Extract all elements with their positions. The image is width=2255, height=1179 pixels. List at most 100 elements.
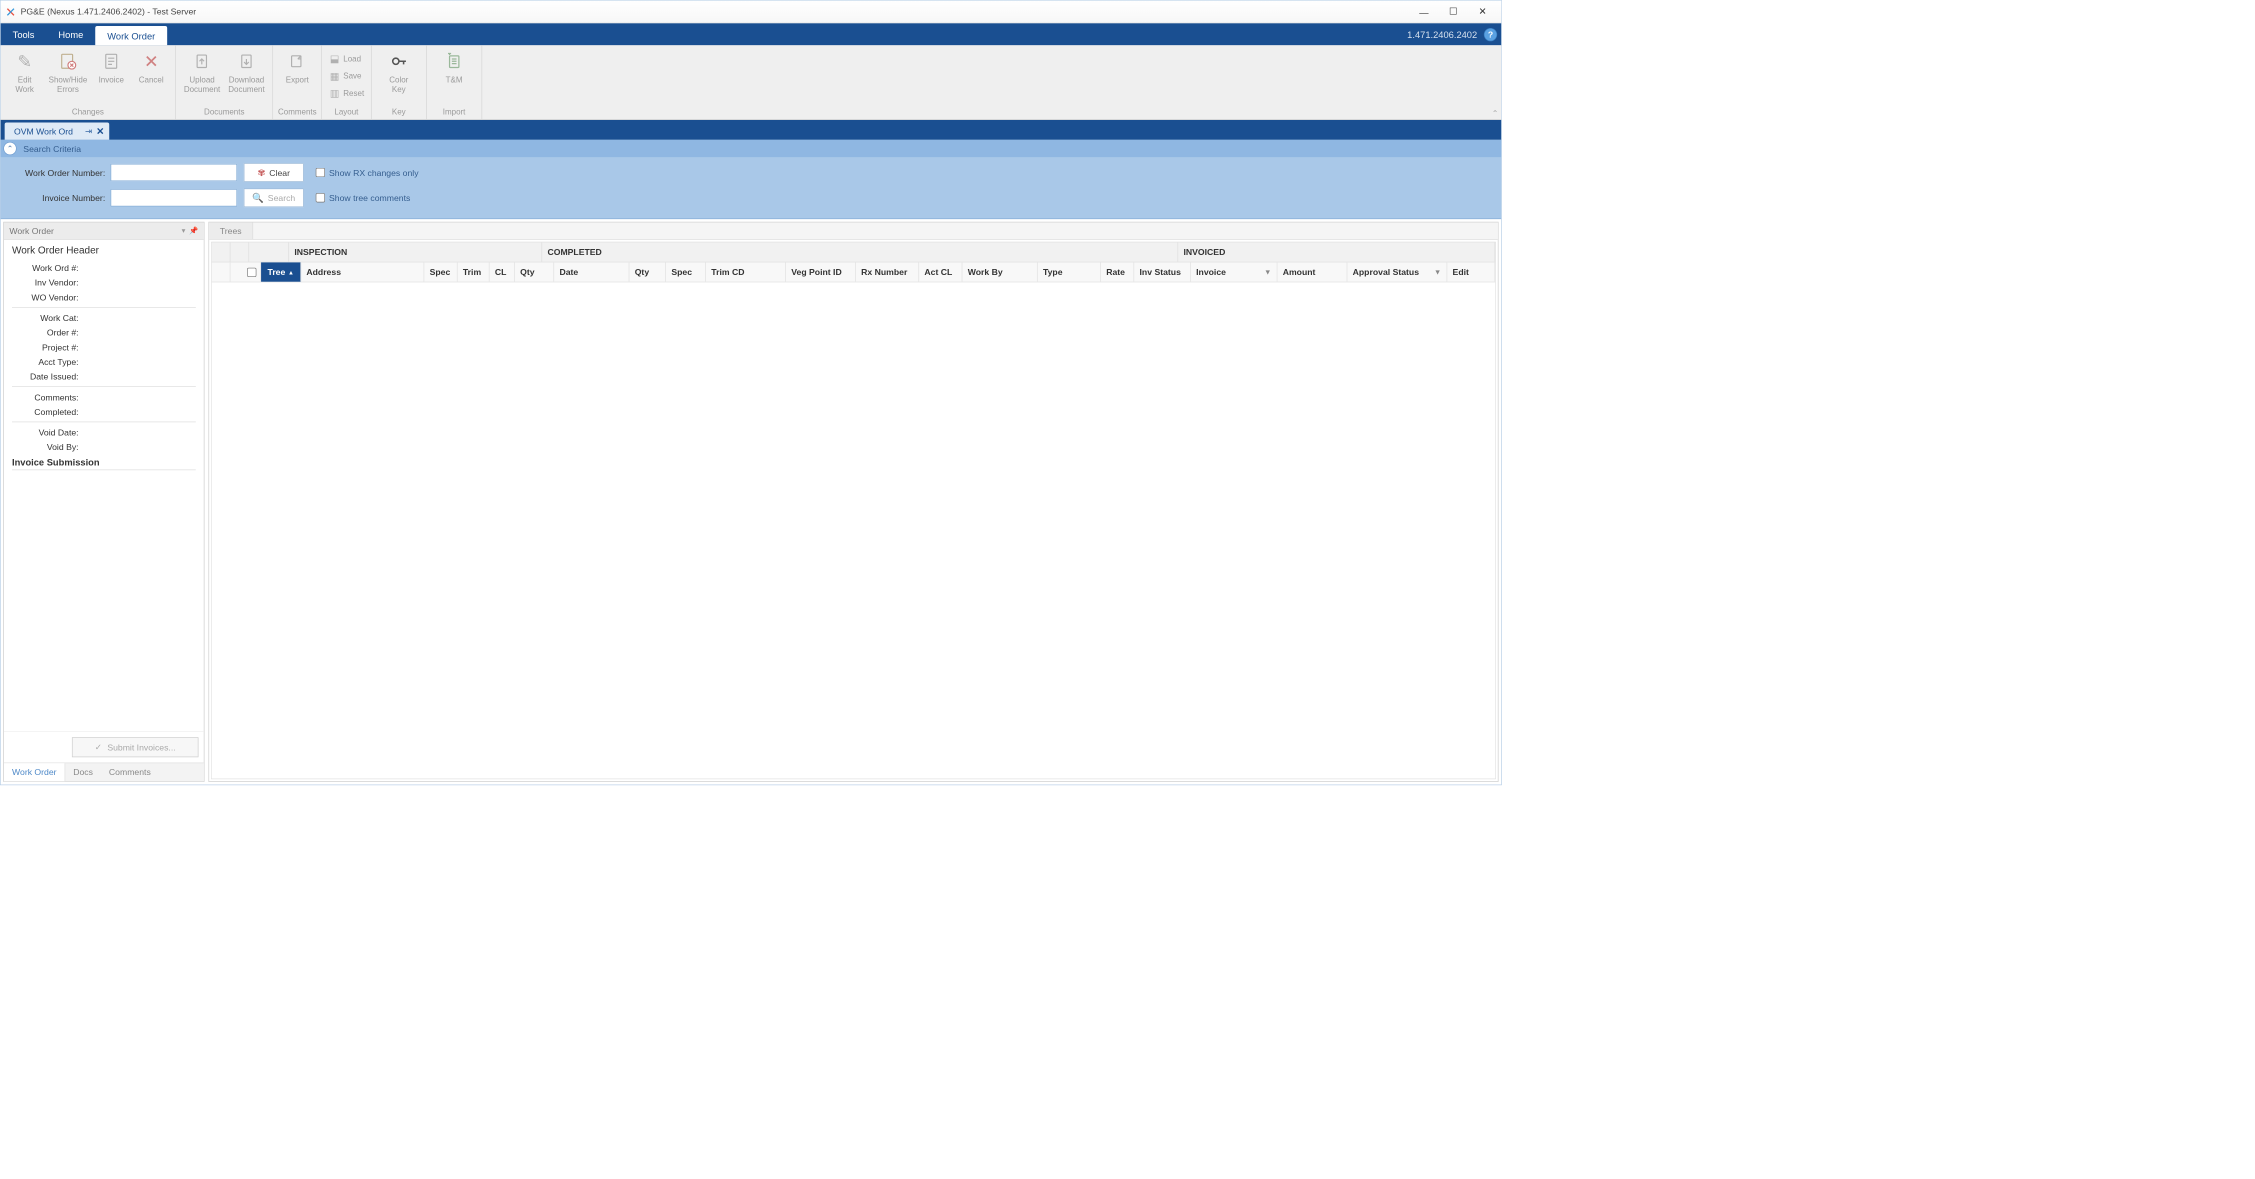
pin-panel-icon[interactable]: 📌: [189, 226, 198, 235]
col-inv-status[interactable]: Inv Status: [1134, 262, 1191, 281]
minimize-button[interactable]: —: [1409, 2, 1438, 21]
cancel-button[interactable]: ✕ Cancel: [131, 47, 171, 84]
reset-icon: ▥: [329, 87, 341, 99]
app-icon: [5, 6, 17, 18]
titlebar: PG&E (Nexus 1.471.2406.2402) - Test Serv…: [1, 1, 1501, 24]
section-invoiced: INVOICED: [1178, 242, 1495, 261]
filter-icon[interactable]: ▼: [1434, 268, 1441, 276]
grid-section-row: INSPECTION COMPLETED INVOICED: [212, 242, 1495, 262]
sort-asc-icon: ▲: [288, 269, 294, 276]
menu-tools[interactable]: Tools: [1, 23, 47, 45]
work-order-number-label: Work Order Number:: [7, 167, 110, 177]
field-void-date: Void Date:: [12, 427, 79, 437]
filter-icon[interactable]: ▼: [1264, 268, 1271, 276]
col-tree[interactable]: Tree▲: [261, 262, 301, 281]
search-button[interactable]: 🔍 Search: [244, 188, 304, 207]
show-rx-checkbox[interactable]: Show RX changes only: [316, 167, 419, 177]
section-inspection: INSPECTION: [289, 242, 542, 261]
col-qty[interactable]: Qty: [515, 262, 554, 281]
top-menu: Tools Home Work Order 1.471.2406.2402 ?: [1, 23, 1501, 45]
work-order-number-input[interactable]: [111, 164, 238, 181]
version-label: 1.471.2406.2402: [1407, 23, 1484, 45]
col-edit[interactable]: Edit: [1447, 262, 1495, 281]
field-project: Project #:: [12, 342, 79, 352]
col-address[interactable]: Address: [301, 262, 424, 281]
export-button[interactable]: Export: [277, 47, 317, 84]
help-button[interactable]: ?: [1484, 28, 1497, 41]
layout-load-button[interactable]: ⬓ Load: [326, 50, 367, 67]
col-work-by[interactable]: Work By: [962, 262, 1037, 281]
tab-close-icon[interactable]: ✕: [96, 126, 104, 137]
invoice-number-input[interactable]: [111, 189, 238, 206]
col-rate[interactable]: Rate: [1101, 262, 1134, 281]
key-icon: [387, 50, 410, 73]
col-rx-number[interactable]: Rx Number: [856, 262, 919, 281]
ribbon-expand-icon[interactable]: ⌃: [1492, 109, 1499, 118]
search-icon: 🔍: [252, 192, 264, 203]
download-document-button[interactable]: Download Document: [224, 47, 268, 94]
field-work-cat: Work Cat:: [12, 313, 79, 323]
col-qty2[interactable]: Qty: [629, 262, 666, 281]
color-key-button[interactable]: Color Key: [375, 47, 422, 94]
layout-reset-button[interactable]: ▥ Reset: [326, 85, 367, 102]
show-rx-checkbox-input[interactable]: [316, 168, 325, 177]
lp-tab-docs[interactable]: Docs: [65, 763, 101, 781]
show-tree-comments-checkbox-input[interactable]: [316, 193, 325, 202]
upload-icon: [191, 50, 214, 73]
field-acct-type: Acct Type:: [12, 357, 79, 367]
edit-work-button[interactable]: ✎ Edit Work: [5, 47, 45, 94]
left-pane: Work Order ▾ 📌 Work Order Header Work Or…: [3, 222, 204, 782]
col-type[interactable]: Type: [1038, 262, 1101, 281]
grid-header-row: Tree▲ Address Spec Trim CL Qty Date Qty …: [212, 262, 1495, 282]
col-approval-status[interactable]: Approval Status▼: [1347, 262, 1447, 281]
search-header-label: Search Criteria: [23, 144, 81, 154]
grid-tab-trees[interactable]: Trees: [209, 222, 253, 239]
field-completed: Completed:: [12, 407, 79, 417]
col-trim-cd[interactable]: Trim CD: [706, 262, 786, 281]
invoice-icon: [100, 50, 123, 73]
col-trim[interactable]: Trim: [458, 262, 490, 281]
col-act-cl[interactable]: Act CL: [919, 262, 962, 281]
save-icon: ▦: [329, 70, 341, 82]
ribbon: ✎ Edit Work Show/Hide Errors Invoice: [1, 45, 1501, 120]
upload-document-button[interactable]: Upload Document: [180, 47, 224, 94]
submit-invoices-button[interactable]: ✓ Submit Invoices...: [72, 737, 199, 757]
invoice-button[interactable]: Invoice: [91, 47, 131, 84]
lp-tab-work-order[interactable]: Work Order: [4, 763, 65, 781]
menu-work-order[interactable]: Work Order: [95, 26, 167, 45]
filter-icon[interactable]: ▾: [182, 226, 186, 235]
tm-import-button[interactable]: T&M: [431, 47, 478, 84]
col-invoice[interactable]: Invoice▼: [1191, 262, 1278, 281]
work-order-header-title: Work Order Header: [12, 245, 196, 256]
search-pane: ⌃ Search Criteria Work Order Number: ✾ C…: [1, 140, 1501, 219]
menu-home[interactable]: Home: [46, 23, 95, 45]
col-spec2[interactable]: Spec: [666, 262, 706, 281]
pencil-icon: ✎: [13, 50, 36, 73]
collapse-search-button[interactable]: ⌃: [3, 142, 16, 155]
import-icon: [443, 50, 466, 73]
col-date[interactable]: Date: [554, 262, 629, 281]
col-checkbox[interactable]: [242, 262, 261, 281]
maximize-button[interactable]: ☐: [1439, 2, 1468, 21]
layout-save-button[interactable]: ▦ Save: [326, 67, 367, 84]
close-button[interactable]: ✕: [1468, 2, 1497, 21]
clear-button[interactable]: ✾ Clear: [244, 163, 304, 182]
show-tree-comments-checkbox[interactable]: Show tree comments: [316, 193, 411, 203]
section-completed: COMPLETED: [542, 242, 1178, 261]
lp-tab-comments[interactable]: Comments: [101, 763, 159, 781]
download-icon: [235, 50, 258, 73]
search-header: ⌃ Search Criteria: [1, 140, 1501, 157]
errors-icon: [57, 50, 80, 73]
col-amount[interactable]: Amount: [1277, 262, 1347, 281]
doc-tab-ovm-work-ord[interactable]: OVM Work Ord ⇥ ✕: [5, 123, 110, 140]
pin-icon[interactable]: ⇥: [85, 126, 92, 137]
col-veg-point-id[interactable]: Veg Point ID: [786, 262, 856, 281]
field-order: Order #:: [12, 327, 79, 337]
export-icon: [286, 50, 309, 73]
load-icon: ⬓: [329, 53, 341, 65]
show-hide-errors-button[interactable]: Show/Hide Errors: [45, 47, 92, 94]
col-spec[interactable]: Spec: [424, 262, 457, 281]
group-label-key: Key: [375, 107, 422, 118]
invoice-submission-header: Invoice Submission: [12, 457, 196, 470]
col-cl[interactable]: CL: [490, 262, 515, 281]
